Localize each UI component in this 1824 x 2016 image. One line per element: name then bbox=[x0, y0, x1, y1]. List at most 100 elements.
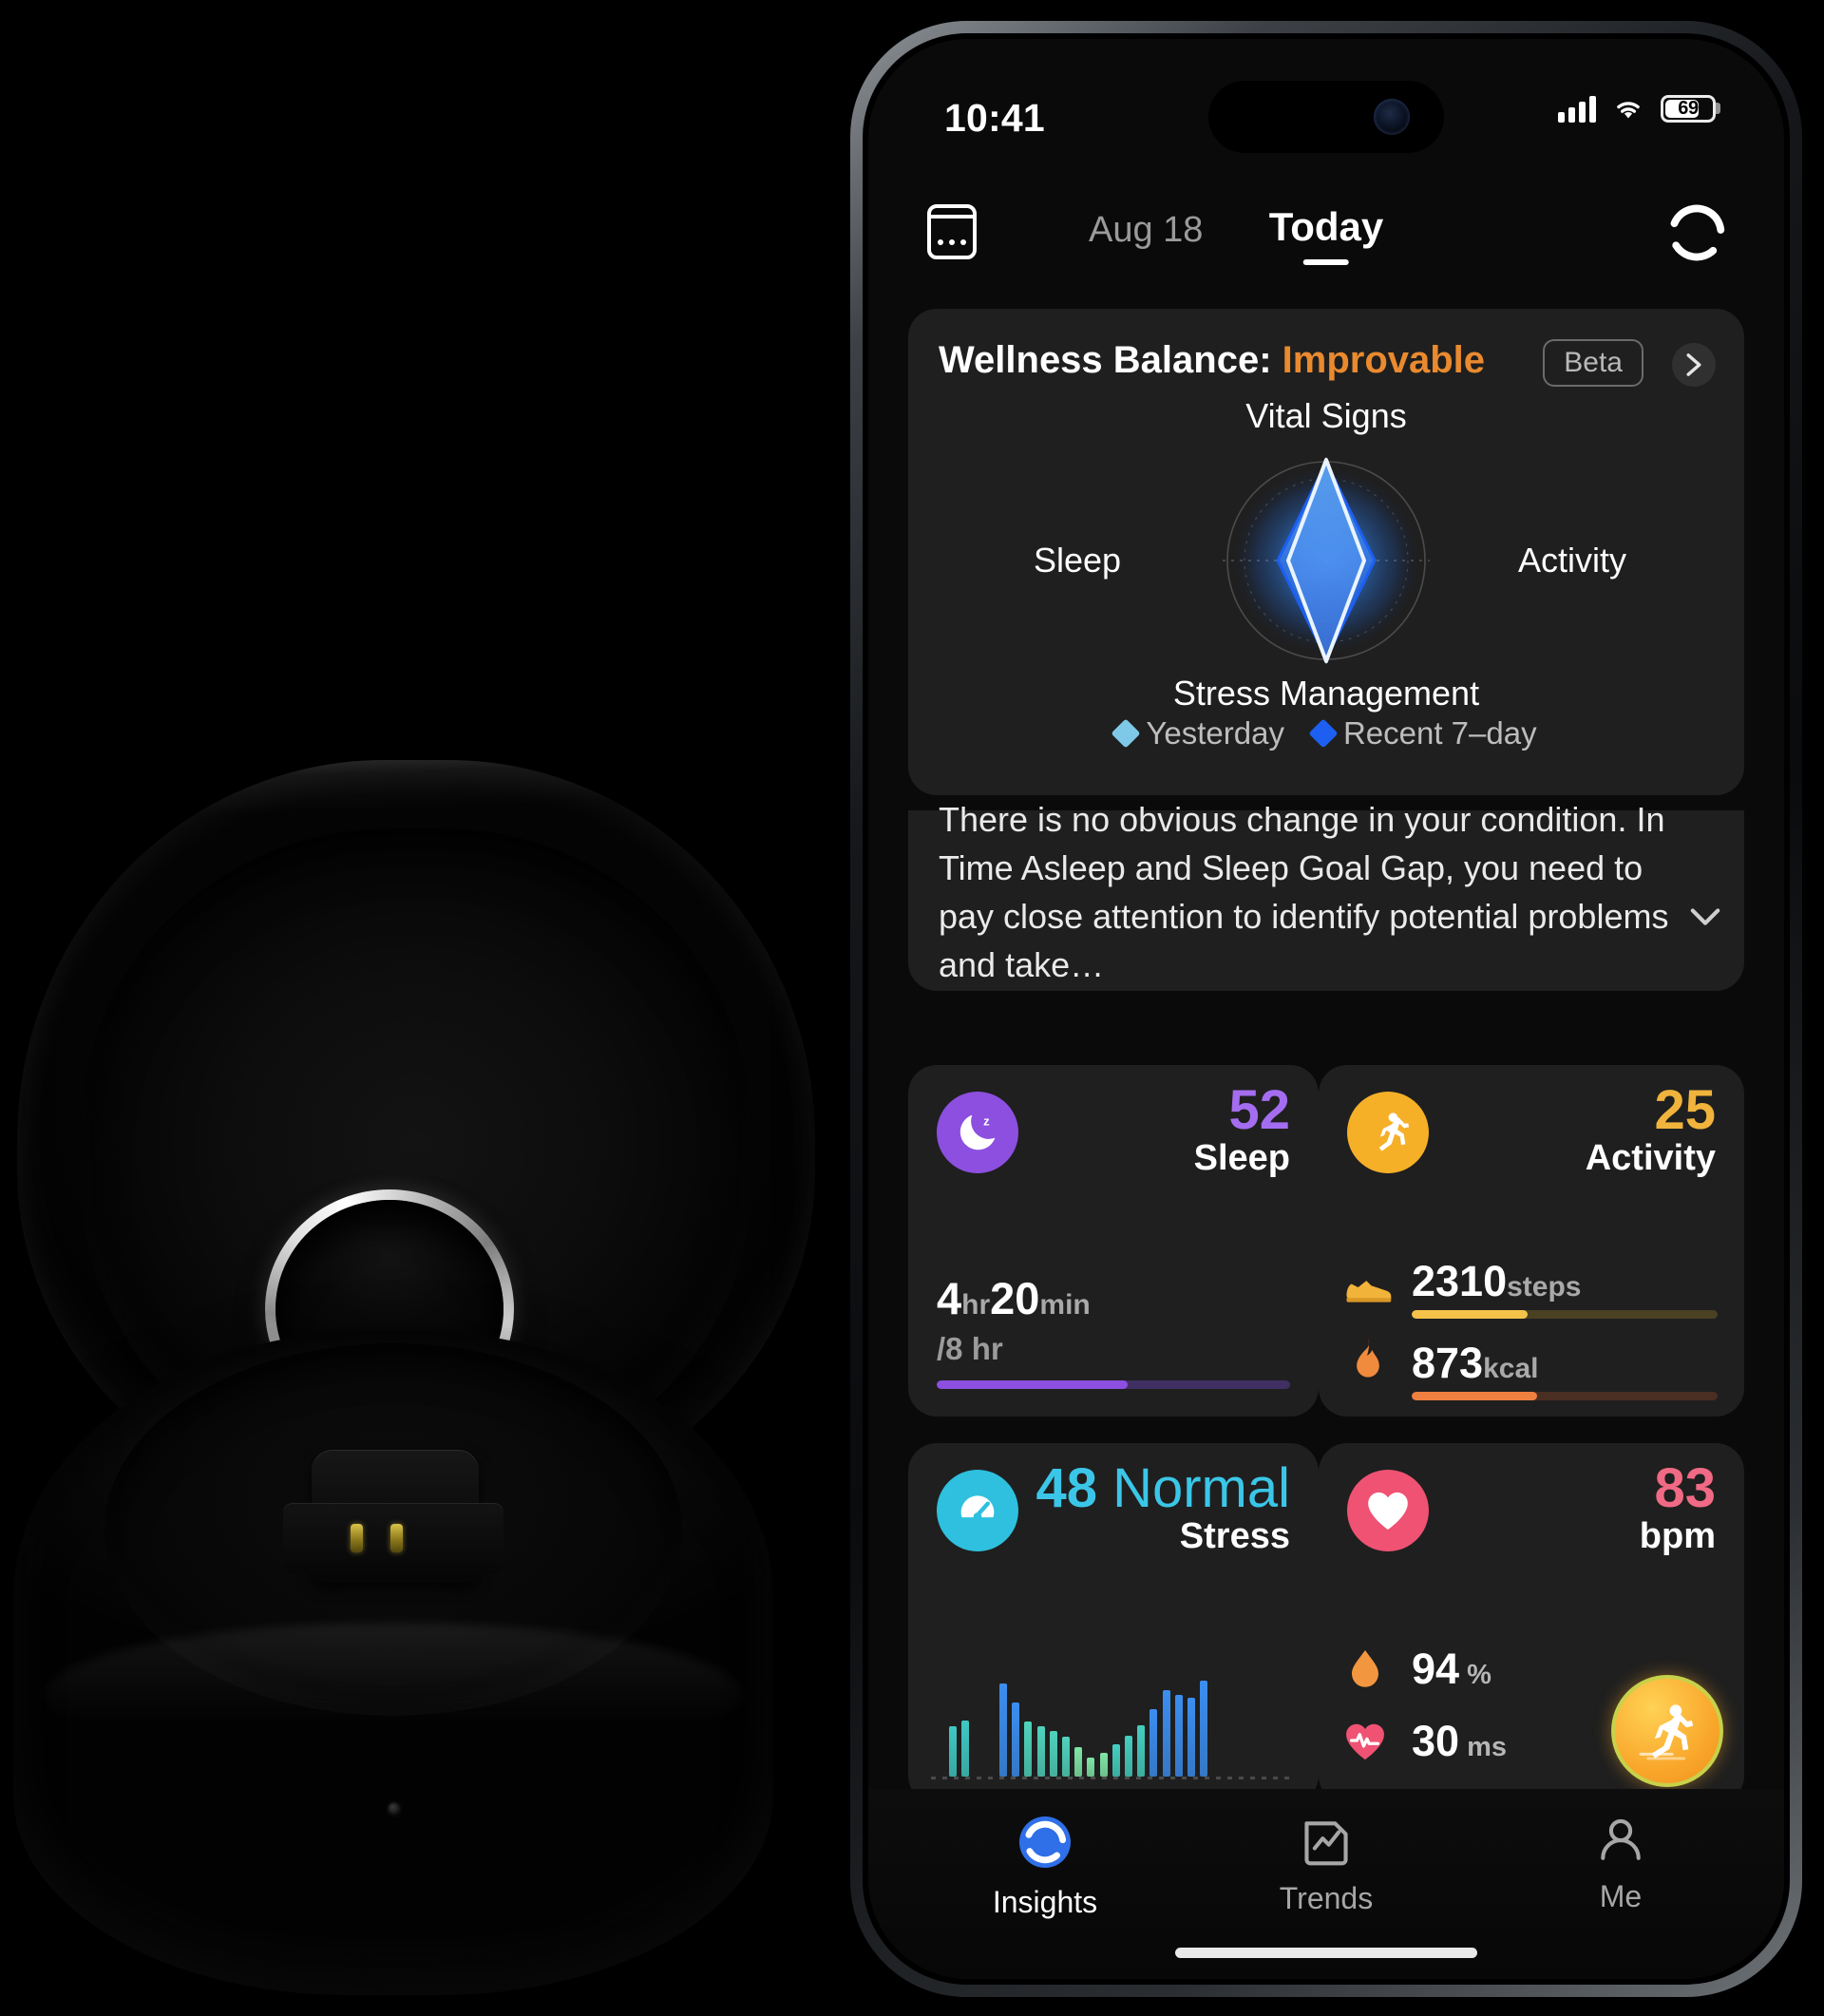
stress-score: 48 Normal bbox=[1036, 1457, 1290, 1519]
tab-insights[interactable]: Insights bbox=[950, 1814, 1140, 1920]
sleep-metric-card[interactable]: z 52 Sleep 4hr20min /8 hr bbox=[908, 1065, 1319, 1417]
radar-axis-label-right: Activity bbox=[1517, 541, 1626, 580]
steps-unit: steps bbox=[1507, 1271, 1582, 1303]
sleep-score-box: 52 Sleep bbox=[1194, 1079, 1290, 1179]
calories-progress-bar bbox=[1412, 1392, 1718, 1400]
sleep-goal: /8 hr bbox=[937, 1331, 1003, 1366]
legend-label-recent7: Recent 7–day bbox=[1342, 715, 1537, 751]
moon-sleep-icon: z bbox=[937, 1092, 1018, 1173]
stress-bar bbox=[1099, 1752, 1108, 1777]
hrv-heart-icon bbox=[1346, 1723, 1384, 1760]
stress-chart-baseline bbox=[931, 1777, 1296, 1779]
ring-sync-icon[interactable] bbox=[1668, 204, 1725, 261]
stress-card-label: Stress bbox=[1179, 1516, 1290, 1557]
beta-badge[interactable]: Beta bbox=[1543, 339, 1644, 387]
stress-bar bbox=[961, 1720, 970, 1777]
stress-bar bbox=[1112, 1743, 1120, 1777]
stress-bar bbox=[1150, 1709, 1158, 1777]
stress-metric-card[interactable]: 48 Normal Stress bbox=[908, 1443, 1319, 1804]
wellness-narrative-text: There is no obvious change in your condi… bbox=[939, 800, 1669, 985]
sleep-score: 52 bbox=[1228, 1079, 1290, 1141]
radar-axis-label-left: Sleep bbox=[1034, 541, 1122, 580]
phone-bezel: 10:41 69 Aug 18 Today Wellness Balance: … bbox=[863, 33, 1790, 1985]
legend-label-yesterday: Yesterday bbox=[1146, 715, 1284, 751]
heart-rate-metric-card[interactable]: 83 bpm 94% 30 ms bbox=[1319, 1443, 1744, 1804]
chevron-right-icon[interactable] bbox=[1672, 343, 1716, 387]
steps-progress-bar bbox=[1412, 1310, 1718, 1319]
trends-chart-icon bbox=[1304, 1821, 1348, 1866]
battery-percent: 69 bbox=[1678, 97, 1699, 119]
flame-icon bbox=[1357, 1339, 1379, 1378]
stress-bar bbox=[1200, 1681, 1208, 1777]
app-header: Aug 18 Today bbox=[868, 191, 1784, 286]
stress-bar bbox=[1062, 1737, 1070, 1777]
activity-score-box: 25 Activity bbox=[1585, 1081, 1716, 1179]
wellness-narrative-panel[interactable]: There is no obvious change in your condi… bbox=[908, 800, 1744, 991]
person-icon bbox=[1601, 1818, 1641, 1860]
tab-today[interactable]: Today bbox=[1269, 204, 1383, 265]
hrv-row: 30 ms bbox=[1412, 1717, 1507, 1766]
radar-legend: Yesterday Recent 7–day bbox=[908, 715, 1744, 751]
stress-bar bbox=[1188, 1697, 1195, 1777]
blood-oxygen-drop-icon bbox=[1352, 1650, 1378, 1687]
stress-bar bbox=[1174, 1695, 1183, 1777]
iphone-device-frame: 10:41 69 Aug 18 Today Wellness Balance: … bbox=[850, 21, 1802, 1997]
status-clock: 10:41 bbox=[944, 96, 1045, 140]
stress-status: Normal bbox=[1112, 1457, 1290, 1519]
date-tab[interactable]: Aug 18 bbox=[1089, 210, 1203, 251]
legend-item-yesterday: Yesterday bbox=[1111, 715, 1284, 751]
calories-value: 873 bbox=[1412, 1339, 1484, 1387]
legend-item-recent7: Recent 7–day bbox=[1308, 715, 1537, 751]
active-tab-underline bbox=[1302, 259, 1349, 265]
status-indicators: 69 bbox=[1558, 94, 1716, 123]
calories-progress-fill bbox=[1412, 1392, 1538, 1400]
sleep-progress-bar bbox=[937, 1380, 1290, 1389]
heart-rate-unit: bpm bbox=[1639, 1516, 1716, 1557]
chevron-down-icon[interactable] bbox=[1689, 902, 1721, 934]
stress-bar bbox=[1074, 1746, 1083, 1777]
stress-score-value: 48 bbox=[1036, 1457, 1097, 1519]
workout-runner-icon[interactable] bbox=[1611, 1675, 1723, 1787]
activity-metric-card[interactable]: 25 Activity 2310steps 873kcal bbox=[1319, 1065, 1744, 1417]
calendar-icon[interactable] bbox=[927, 204, 977, 259]
stress-bar-chart bbox=[931, 1646, 1296, 1779]
heart-rate-value: 83 bbox=[1654, 1457, 1716, 1519]
radar-plot bbox=[1223, 457, 1430, 664]
hrv-value: 30 bbox=[1412, 1717, 1460, 1765]
tab-me[interactable]: Me bbox=[1526, 1814, 1716, 1914]
stress-score-box: 48 Normal Stress bbox=[1036, 1457, 1290, 1557]
wellness-radar-chart: Vital Signs Sleep Activity Stress Manage… bbox=[908, 396, 1744, 713]
sleep-duration: 4hr20min bbox=[937, 1272, 1091, 1324]
activity-card-label: Activity bbox=[1585, 1138, 1716, 1179]
wellness-status-value: Improvable bbox=[1282, 339, 1486, 381]
hrv-unit: ms bbox=[1467, 1732, 1507, 1762]
tab-trends-label: Trends bbox=[1279, 1881, 1374, 1915]
steps-row: 2310steps bbox=[1412, 1257, 1718, 1306]
heart-score-box: 83 bpm bbox=[1639, 1457, 1716, 1557]
shoe-icon bbox=[1346, 1281, 1392, 1303]
sleep-minutes: 20 bbox=[990, 1273, 1040, 1323]
sleep-progress-fill bbox=[937, 1380, 1128, 1389]
radar-axis-label-top: Vital Signs bbox=[1245, 396, 1407, 435]
steps-progress-fill bbox=[1412, 1310, 1529, 1319]
wellness-balance-card[interactable]: Wellness Balance: Improvable Beta Vital … bbox=[908, 309, 1744, 795]
tab-trends[interactable]: Trends bbox=[1231, 1814, 1421, 1916]
phone-screen: 10:41 69 Aug 18 Today Wellness Balance: … bbox=[868, 39, 1784, 1979]
stress-bar bbox=[1162, 1690, 1170, 1777]
stress-bar bbox=[1087, 1757, 1095, 1777]
calories-unit: kcal bbox=[1483, 1353, 1539, 1384]
dynamic-island bbox=[1208, 81, 1444, 153]
blood-oxygen-value: 94 bbox=[1412, 1645, 1460, 1693]
charging-pin-left bbox=[351, 1524, 364, 1553]
battery-icon: 69 bbox=[1661, 94, 1716, 123]
svg-text:z: z bbox=[983, 1114, 990, 1129]
stress-bar bbox=[1024, 1721, 1033, 1777]
home-indicator bbox=[1175, 1948, 1477, 1958]
running-person-icon bbox=[1347, 1092, 1429, 1173]
stress-bar bbox=[1049, 1731, 1057, 1777]
tab-insights-label: Insights bbox=[992, 1885, 1098, 1919]
wifi-icon bbox=[1617, 102, 1640, 119]
charging-case-rim-highlight bbox=[44, 1623, 743, 1769]
wellness-title-prefix: Wellness Balance: bbox=[939, 339, 1282, 381]
front-camera-icon bbox=[1374, 99, 1410, 135]
